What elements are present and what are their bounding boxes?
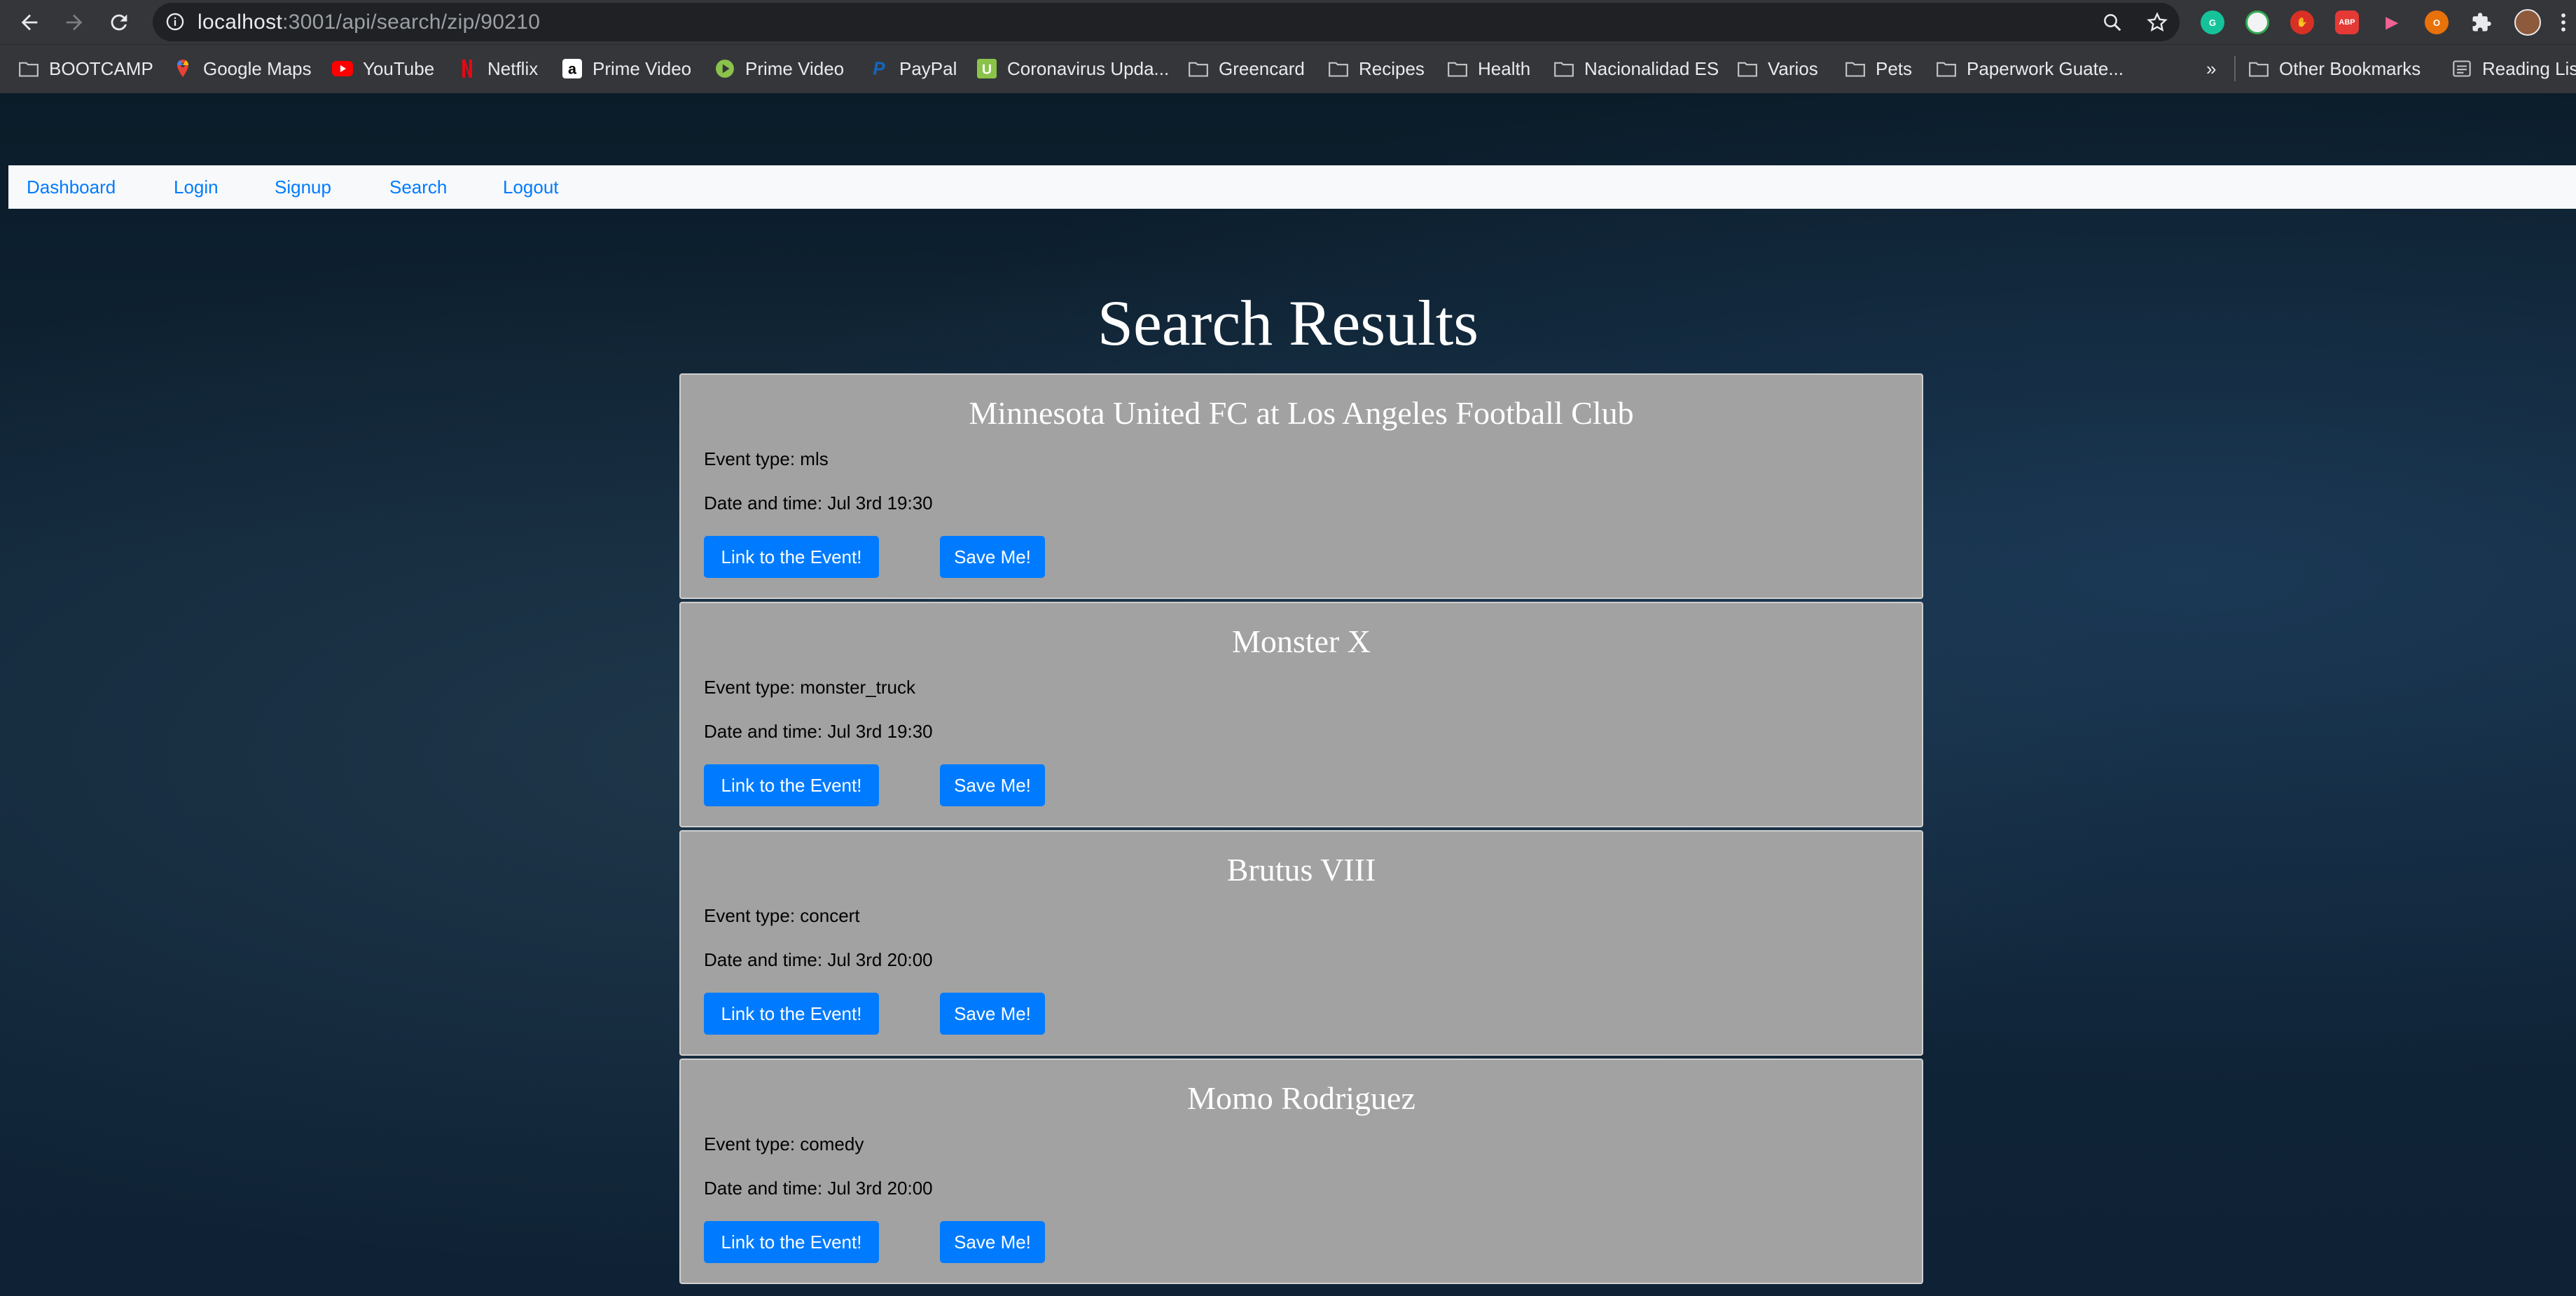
page-title: Search Results <box>1097 287 1479 359</box>
forward-button[interactable] <box>56 4 92 41</box>
results-list: Minnesota United FC at Los Angeles Footb… <box>679 373 1923 1287</box>
folder-icon <box>1845 58 1866 79</box>
bookmark-pets[interactable]: Pets <box>1845 55 1912 83</box>
svg-text:U: U <box>982 62 992 78</box>
svg-text:a: a <box>568 61 577 78</box>
folder-icon <box>1936 58 1957 79</box>
nav-login-link[interactable]: Login <box>174 177 219 198</box>
save-event-button[interactable]: Save Me! <box>940 1221 1045 1263</box>
coronavirus-site-icon: U <box>976 58 997 79</box>
bookmark-bootcamp[interactable]: BOOTCAMP <box>18 55 153 83</box>
site-navbar: Dashboard Login Signup Search Logout <box>8 165 2576 209</box>
bookmark-prime-video[interactable]: Prime Video <box>714 55 844 83</box>
zoom-icon[interactable] <box>2100 10 2125 35</box>
bookmark-google-maps[interactable]: Google Maps <box>172 55 312 83</box>
event-title: Momo Rodriguez <box>1187 1080 1415 1116</box>
bookmark-recipes[interactable]: Recipes <box>1328 55 1425 83</box>
google-maps-icon <box>172 58 193 79</box>
event-title: Brutus VIII <box>1226 852 1376 888</box>
event-link-button[interactable]: Link to the Event! <box>704 764 879 806</box>
event-datetime: Date and time: Jul 3rd 20:00 <box>704 1178 933 1199</box>
reload-button[interactable] <box>101 4 137 41</box>
browser-toolbar: localhost:3001/api/search/zip/90210 G ✋ … <box>0 0 2576 44</box>
bookmark-nacionalidad[interactable]: Nacionalidad ES <box>1553 55 1719 83</box>
svg-text:P: P <box>873 60 885 78</box>
nav-signup-link[interactable]: Signup <box>275 177 331 198</box>
url-text[interactable]: localhost:3001/api/search/zip/90210 <box>198 11 540 34</box>
folder-icon <box>18 58 39 79</box>
save-event-button[interactable]: Save Me! <box>940 536 1045 578</box>
event-title: Monster X <box>1231 623 1371 659</box>
event-link-button[interactable]: Link to the Event! <box>704 993 879 1035</box>
stop-hand-extension-icon[interactable]: ✋ <box>2290 11 2314 34</box>
bookmark-prime-video-amazon[interactable]: a Prime Video <box>562 55 691 83</box>
result-card: Monster X Event type: monster_truck Date… <box>679 602 1923 827</box>
event-type: Event type: mls <box>704 448 829 469</box>
event-link-button[interactable]: Link to the Event! <box>704 1221 879 1263</box>
result-card: Minnesota United FC at Los Angeles Footb… <box>679 373 1923 599</box>
folder-icon <box>1188 58 1209 79</box>
nav-dashboard-link[interactable]: Dashboard <box>27 177 116 198</box>
browser-menu-icon[interactable] <box>2556 11 2570 34</box>
save-event-button[interactable]: Save Me! <box>940 993 1045 1035</box>
bookmark-varios[interactable]: Varios <box>1737 55 1818 83</box>
folder-icon <box>1553 58 1574 79</box>
paypal-icon: P <box>868 58 889 79</box>
bookmark-health[interactable]: Health <box>1447 55 1530 83</box>
youtube-icon <box>332 58 353 79</box>
site-info-icon[interactable] <box>165 12 185 32</box>
netflix-icon <box>457 58 478 79</box>
event-type: Event type: concert <box>704 905 860 926</box>
extensions-puzzle-icon[interactable] <box>2470 11 2493 34</box>
reading-list-icon <box>2451 58 2472 79</box>
event-datetime: Date and time: Jul 3rd 19:30 <box>704 721 933 742</box>
prime-video-icon <box>714 58 735 79</box>
page-viewport: Dashboard Login Signup Search Logout Sea… <box>0 93 2576 1296</box>
folder-icon <box>1737 58 1758 79</box>
back-arrow-icon <box>21 14 38 31</box>
bookmark-star-icon[interactable] <box>2145 10 2170 35</box>
profile-avatar[interactable] <box>2514 9 2541 36</box>
amazon-icon: a <box>562 58 583 79</box>
folder-icon <box>2248 58 2269 79</box>
extension-badge-icon[interactable]: O <box>2425 11 2449 34</box>
bookmark-netflix[interactable]: Netflix <box>457 55 538 83</box>
bookmark-youtube[interactable]: YouTube <box>332 55 434 83</box>
bookmark-paperwork[interactable]: Paperwork Guate... <box>1936 55 2124 83</box>
bookmark-paypal[interactable]: P PayPal <box>868 55 957 83</box>
chrome-extension-icon[interactable] <box>2245 11 2269 34</box>
event-link-button[interactable]: Link to the Event! <box>704 536 879 578</box>
adblock-plus-icon[interactable]: ABP <box>2335 11 2359 34</box>
save-event-button[interactable]: Save Me! <box>940 764 1045 806</box>
bookmark-greencard[interactable]: Greencard <box>1188 55 1305 83</box>
folder-icon <box>1447 58 1468 79</box>
other-bookmarks[interactable]: Other Bookmarks <box>2248 55 2421 83</box>
event-datetime: Date and time: Jul 3rd 20:00 <box>704 949 933 970</box>
event-type: Event type: monster_truck <box>704 677 916 698</box>
event-type: Event type: comedy <box>704 1133 864 1154</box>
bookmarks-separator <box>2234 56 2236 81</box>
reload-icon <box>111 14 127 31</box>
bookmarks-bar: BOOTCAMP Google Maps YouTube Netflix a P… <box>0 44 2576 94</box>
result-card: Momo Rodriguez Event type: comedy Date a… <box>679 1059 1923 1284</box>
video-extension-icon[interactable]: ▶ <box>2380 11 2404 34</box>
nav-search-link[interactable]: Search <box>389 177 447 198</box>
grammarly-extension-icon[interactable]: G <box>2201 11 2224 34</box>
forward-arrow-icon <box>66 14 83 31</box>
folder-icon <box>1328 58 1349 79</box>
result-card: Brutus VIII Event type: concert Date and… <box>679 830 1923 1056</box>
bookmark-coronavirus[interactable]: U Coronavirus Upda... <box>976 55 1169 83</box>
event-title: Minnesota United FC at Los Angeles Footb… <box>969 395 1634 431</box>
back-button[interactable] <box>11 4 48 41</box>
event-datetime: Date and time: Jul 3rd 19:30 <box>704 492 933 513</box>
reading-list[interactable]: Reading Lis <box>2451 55 2576 83</box>
nav-logout-link[interactable]: Logout <box>503 177 559 198</box>
address-bar[interactable]: localhost:3001/api/search/zip/90210 <box>153 3 2180 41</box>
browser-chrome: localhost:3001/api/search/zip/90210 G ✋ … <box>0 0 2576 94</box>
bookmarks-overflow-button[interactable]: » <box>2206 55 2216 83</box>
